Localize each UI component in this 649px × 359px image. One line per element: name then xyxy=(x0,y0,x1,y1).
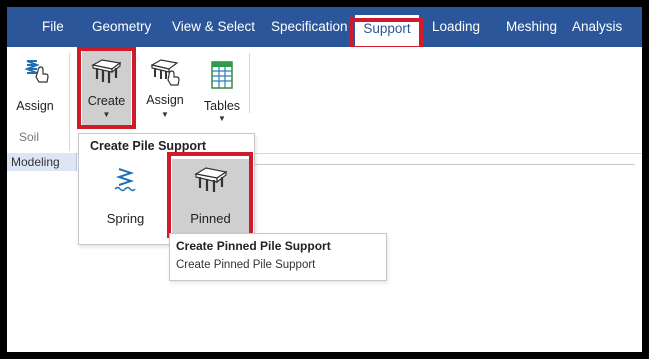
pinned-tooltip: Create Pinned Pile Support Create Pinned… xyxy=(169,233,387,281)
chevron-down-icon: ▼ xyxy=(161,110,169,119)
menu-loading[interactable]: Loading xyxy=(432,7,480,47)
menu-bar: File Geometry View & Select Specificatio… xyxy=(7,7,642,47)
dropdown-title: Create Pile Support xyxy=(90,139,206,153)
app-window: File Geometry View & Select Specificatio… xyxy=(0,0,649,359)
spring-assign-icon xyxy=(23,57,49,85)
menu-file[interactable]: File xyxy=(42,7,64,47)
spring-option[interactable]: Spring xyxy=(87,159,164,239)
pile-assign-label: Assign xyxy=(146,93,184,107)
menu-analysis[interactable]: Analysis xyxy=(572,7,622,47)
tooltip-body: Create Pinned Pile Support xyxy=(176,259,316,271)
canvas-divider xyxy=(253,164,635,165)
menu-geometry[interactable]: Geometry xyxy=(92,7,151,47)
create-button-highlight xyxy=(77,47,136,129)
menu-view-select[interactable]: View & Select xyxy=(172,7,255,47)
support-tab-highlight xyxy=(350,18,424,50)
pile-assign-icon xyxy=(149,57,183,87)
group-divider xyxy=(69,53,70,151)
menu-meshing[interactable]: Meshing xyxy=(506,7,557,47)
soil-assign-button[interactable]: Assign xyxy=(11,53,59,115)
chevron-down-icon: ▼ xyxy=(218,114,226,123)
table-icon xyxy=(211,61,233,89)
pile-assign-button[interactable]: Assign ▼ xyxy=(141,51,189,125)
tables-label: Tables xyxy=(203,99,241,113)
group-divider xyxy=(249,53,250,113)
group-label-soil: Soil xyxy=(19,130,40,144)
spring-option-label: Spring xyxy=(106,211,145,226)
tooltip-title: Create Pinned Pile Support xyxy=(176,239,331,253)
soil-assign-label: Assign xyxy=(16,99,54,113)
tab-modeling[interactable]: Modeling xyxy=(7,153,77,171)
menu-specification[interactable]: Specification xyxy=(271,7,348,47)
tables-button[interactable]: Tables ▼ xyxy=(200,51,244,125)
spring-icon xyxy=(113,167,137,193)
pinned-option-highlight xyxy=(167,152,253,238)
